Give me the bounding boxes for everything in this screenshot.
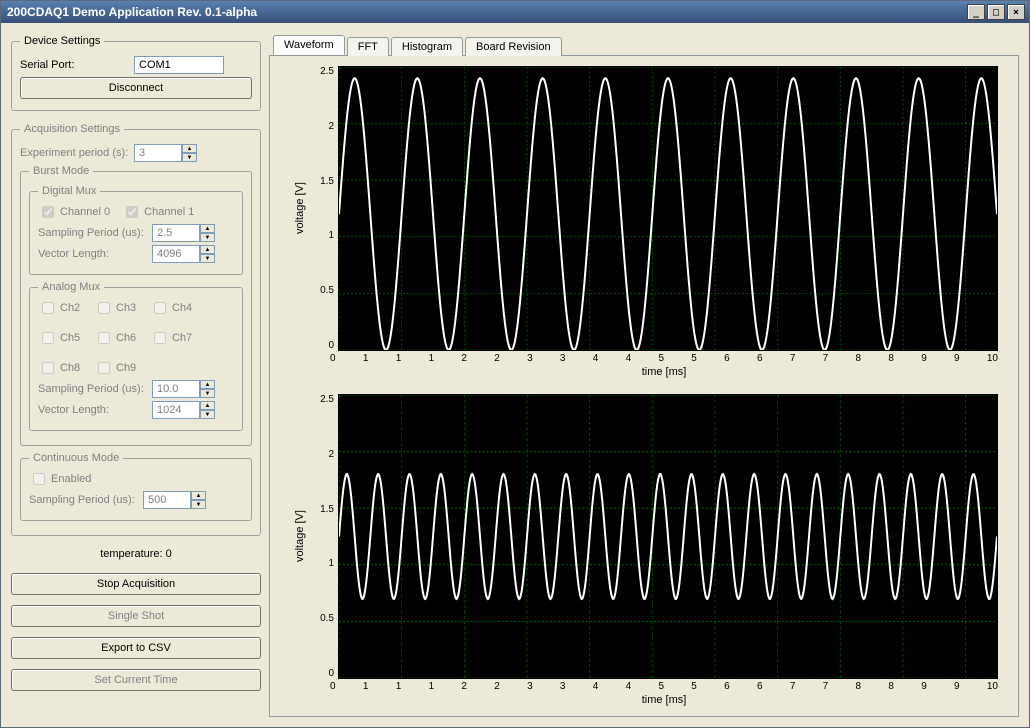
continuous-mode-group: Continuous Mode Enabled Sampling Period … bbox=[20, 452, 252, 521]
temperature-label: temperature: 0 bbox=[11, 548, 261, 560]
dig-vlen-up[interactable]: ▲ bbox=[200, 245, 215, 254]
analog-mux-group: Analog Mux Ch2 Ch3 Ch4 Ch5 Ch6 Ch7 Ch8 C… bbox=[29, 281, 243, 431]
digital-mux-legend: Digital Mux bbox=[38, 185, 100, 197]
tab-strip: Waveform FFT Histogram Board Revision bbox=[269, 33, 1019, 55]
window-title: 200CDAQ1 Demo Application Rev. 0.1-alpha bbox=[5, 5, 965, 19]
plot1-yticks: 2.5 2 1.5 1 0.5 0 bbox=[310, 66, 338, 351]
plot-top-block: voltage [V] 2.5 2 1.5 1 0.5 0 0111223344… bbox=[290, 66, 998, 378]
plot1-canvas bbox=[338, 66, 998, 351]
tab-content-waveform: voltage [V] 2.5 2 1.5 1 0.5 0 0111223344… bbox=[269, 55, 1019, 717]
exp-period-down[interactable]: ▼ bbox=[182, 153, 197, 162]
export-csv-button[interactable]: Export to CSV bbox=[11, 637, 261, 659]
acquisition-settings-group: Acquisition Settings Experiment period (… bbox=[11, 123, 261, 536]
analog-sampling-label: Sampling Period (us): bbox=[38, 383, 148, 395]
ana-vlen-up[interactable]: ▲ bbox=[200, 401, 215, 410]
digital-vlen-label: Vector Length: bbox=[38, 248, 148, 260]
burst-mode-group: Burst Mode Digital Mux Channel 0 Channel… bbox=[20, 165, 252, 446]
titlebar: 200CDAQ1 Demo Application Rev. 0.1-alpha… bbox=[1, 1, 1029, 23]
tab-waveform[interactable]: Waveform bbox=[273, 35, 345, 55]
channel1-checkbox[interactable]: Channel 1 bbox=[122, 203, 194, 221]
plot2-ylabel: voltage [V] bbox=[290, 394, 310, 679]
ch6-checkbox[interactable]: Ch6 bbox=[94, 329, 138, 347]
ch9-checkbox[interactable]: Ch9 bbox=[94, 359, 138, 377]
plot2-yticks: 2.5 2 1.5 1 0.5 0 bbox=[310, 394, 338, 679]
ch4-checkbox[interactable]: Ch4 bbox=[150, 299, 194, 317]
cont-samp-down[interactable]: ▼ bbox=[191, 500, 206, 509]
stop-acquisition-button[interactable]: Stop Acquisition bbox=[11, 573, 261, 595]
plot1-xticks: 0111223344556677889910 bbox=[330, 351, 998, 364]
analog-vlen-label: Vector Length: bbox=[38, 404, 148, 416]
tab-fft[interactable]: FFT bbox=[347, 37, 389, 56]
digital-sampling-label: Sampling Period (us): bbox=[38, 227, 148, 239]
serial-port-input[interactable] bbox=[134, 56, 224, 74]
dig-vlen-down[interactable]: ▼ bbox=[200, 254, 215, 263]
ch7-checkbox[interactable]: Ch7 bbox=[150, 329, 194, 347]
channel0-checkbox[interactable]: Channel 0 bbox=[38, 203, 110, 221]
client-area: Device Settings Serial Port: Disconnect … bbox=[1, 23, 1029, 727]
disconnect-button[interactable]: Disconnect bbox=[20, 77, 252, 99]
digital-sampling-input[interactable] bbox=[152, 224, 200, 242]
plot1-ylabel: voltage [V] bbox=[290, 66, 310, 351]
maximize-button[interactable]: □ bbox=[987, 4, 1005, 20]
digital-mux-group: Digital Mux Channel 0 Channel 1 Sampling… bbox=[29, 185, 243, 275]
tab-histogram[interactable]: Histogram bbox=[391, 37, 463, 56]
analog-sampling-input[interactable] bbox=[152, 380, 200, 398]
left-panel: Device Settings Serial Port: Disconnect … bbox=[11, 33, 261, 717]
ana-samp-up[interactable]: ▲ bbox=[200, 380, 215, 389]
plot2-xticks: 0111223344556677889910 bbox=[330, 679, 998, 692]
analog-channels-row: Ch2 Ch3 Ch4 Ch5 Ch6 Ch7 Ch8 Ch9 bbox=[38, 299, 234, 377]
ch8-checkbox[interactable]: Ch8 bbox=[38, 359, 82, 377]
continuous-mode-legend: Continuous Mode bbox=[29, 452, 123, 464]
cont-samp-up[interactable]: ▲ bbox=[191, 491, 206, 500]
plot2-canvas bbox=[338, 394, 998, 679]
set-current-time-button[interactable]: Set Current Time bbox=[11, 669, 261, 691]
ch3-checkbox[interactable]: Ch3 bbox=[94, 299, 138, 317]
ch5-checkbox[interactable]: Ch5 bbox=[38, 329, 82, 347]
dig-samp-down[interactable]: ▼ bbox=[200, 233, 215, 242]
plot1-xlabel: time [ms] bbox=[330, 366, 998, 378]
continuous-enabled-checkbox[interactable]: Enabled bbox=[29, 470, 91, 488]
analog-mux-legend: Analog Mux bbox=[38, 281, 104, 293]
dig-samp-up[interactable]: ▲ bbox=[200, 224, 215, 233]
continuous-sampling-label: Sampling Period (us): bbox=[29, 494, 139, 506]
plot2-xlabel: time [ms] bbox=[330, 694, 998, 706]
device-settings-group: Device Settings Serial Port: Disconnect bbox=[11, 35, 261, 111]
device-settings-legend: Device Settings bbox=[20, 35, 104, 47]
experiment-period-label: Experiment period (s): bbox=[20, 147, 130, 159]
single-shot-button[interactable]: Single Shot bbox=[11, 605, 261, 627]
exp-period-up[interactable]: ▲ bbox=[182, 144, 197, 153]
ch2-checkbox[interactable]: Ch2 bbox=[38, 299, 82, 317]
analog-vlen-input[interactable] bbox=[152, 401, 200, 419]
minimize-button[interactable]: _ bbox=[967, 4, 985, 20]
serial-port-label: Serial Port: bbox=[20, 59, 130, 71]
experiment-period-input[interactable] bbox=[134, 144, 182, 162]
continuous-sampling-input[interactable] bbox=[143, 491, 191, 509]
plot-bottom-block: voltage [V] 2.5 2 1.5 1 0.5 0 0111223344… bbox=[290, 394, 998, 706]
right-panel: Waveform FFT Histogram Board Revision vo… bbox=[269, 33, 1019, 717]
app-window: 200CDAQ1 Demo Application Rev. 0.1-alpha… bbox=[0, 0, 1030, 728]
close-button[interactable]: × bbox=[1007, 4, 1025, 20]
digital-vlen-input[interactable] bbox=[152, 245, 200, 263]
ana-samp-down[interactable]: ▼ bbox=[200, 389, 215, 398]
tab-board-revision[interactable]: Board Revision bbox=[465, 37, 562, 56]
ana-vlen-down[interactable]: ▼ bbox=[200, 410, 215, 419]
acquisition-settings-legend: Acquisition Settings bbox=[20, 123, 124, 135]
burst-mode-legend: Burst Mode bbox=[29, 165, 93, 177]
